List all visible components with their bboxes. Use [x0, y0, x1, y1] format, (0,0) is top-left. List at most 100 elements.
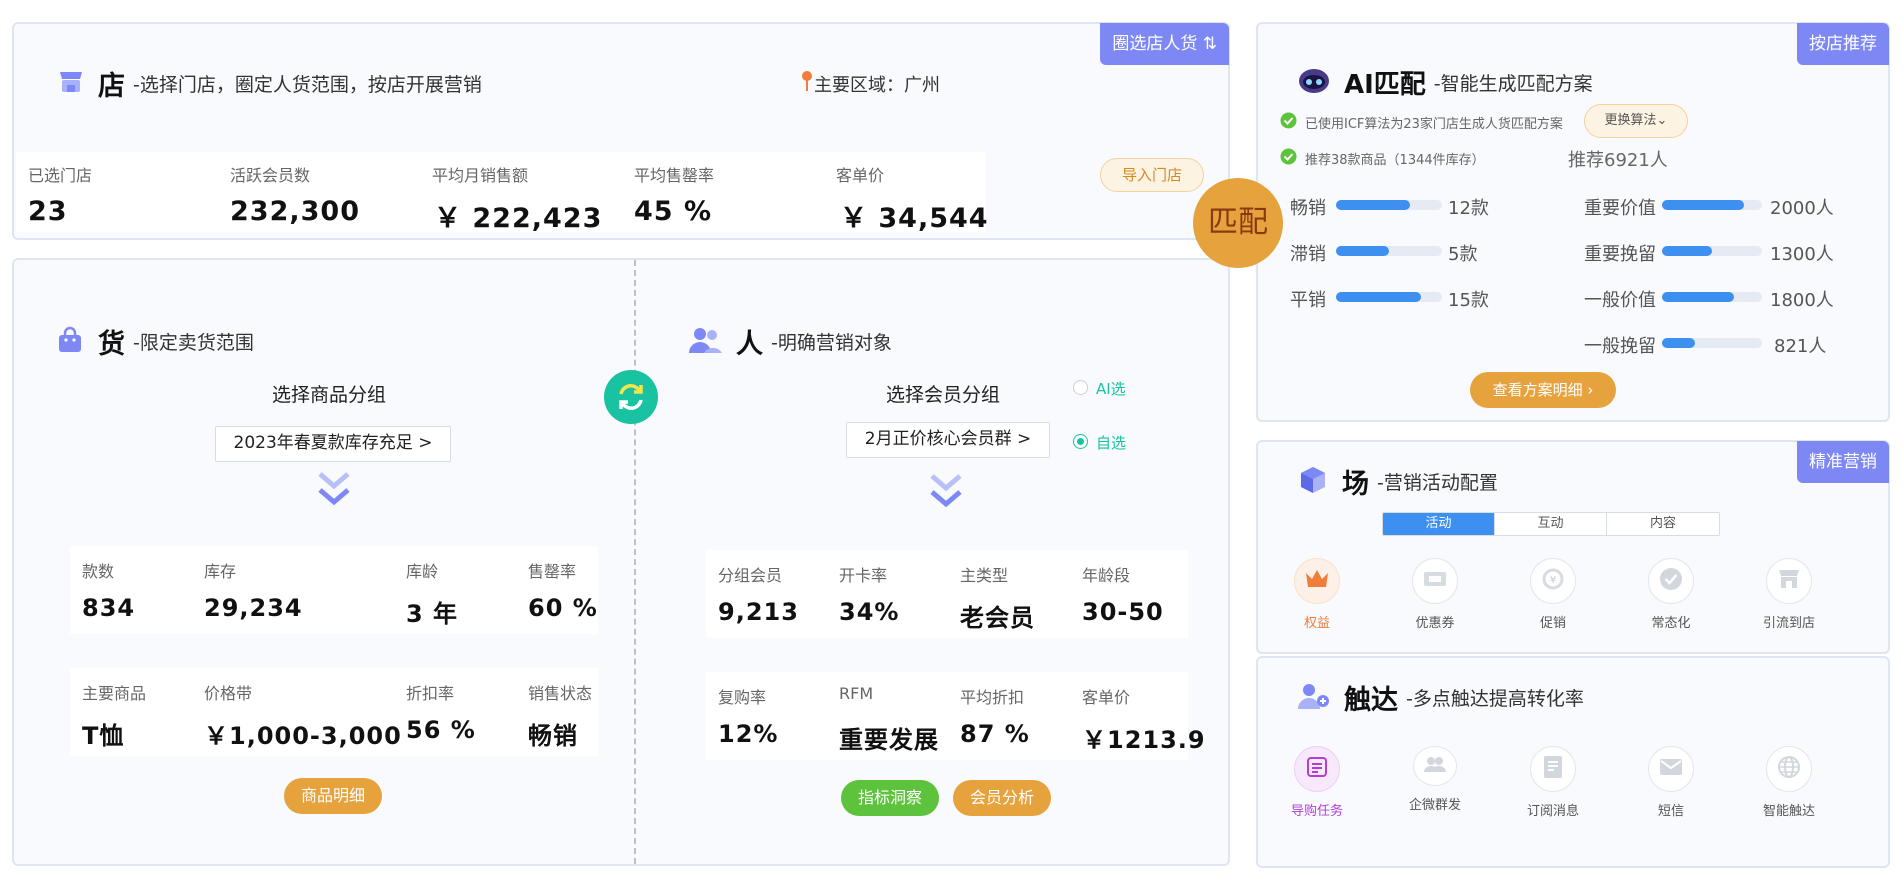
- goods-bar-track: [1336, 246, 1442, 256]
- scene-title: 场 -营销活动配置: [1298, 462, 1498, 501]
- precision-marketing-button[interactable]: 精准营销: [1797, 441, 1889, 483]
- goods-bar-fill: [1336, 292, 1421, 302]
- goods-bar-label: 畅销: [1290, 198, 1326, 219]
- goods-title: 货 -限定卖货范围: [56, 322, 254, 361]
- people-bar-fill: [1662, 338, 1695, 348]
- goods-stat-label: 售罄率: [528, 562, 577, 581]
- people-bar-fill: [1662, 292, 1734, 302]
- goods-detail-button[interactable]: 商品明细: [284, 778, 382, 814]
- stat-value-active-members: 232,300: [230, 196, 360, 227]
- goods-bar-fill: [1336, 200, 1411, 210]
- match-badge: 匹配: [1193, 178, 1283, 268]
- goods-bar-value: 5款: [1448, 244, 1478, 265]
- radio-self-label[interactable]: 自选: [1096, 432, 1126, 453]
- radio-ai-label[interactable]: AI选: [1096, 378, 1126, 399]
- stat-value-selected-stores: 23: [28, 196, 68, 227]
- tab-content[interactable]: 内容: [1607, 513, 1719, 535]
- people-reach-icon: [1298, 682, 1330, 714]
- chevron-down-icon: ⌄: [1656, 113, 1668, 128]
- scene-item-store-traffic[interactable]: 引流到店: [1744, 558, 1834, 631]
- tab-activity[interactable]: 活动: [1383, 513, 1495, 535]
- stat-label-order-value: 客单价: [836, 166, 885, 185]
- reach-item-label: 导购任务: [1290, 804, 1343, 819]
- people-group-select[interactable]: 2月正价核心会员群 >: [846, 422, 1050, 458]
- scene-item-coupon[interactable]: 优惠券: [1390, 558, 1480, 631]
- people-bar-fill: [1662, 200, 1744, 210]
- reach-item-label: 智能触达: [1762, 804, 1815, 819]
- people-bar-track: [1662, 292, 1762, 302]
- svg-text:¥: ¥: [1550, 575, 1556, 586]
- ai-line1-text: 已使用ICF算法为23家门店生成人货匹配方案: [1305, 117, 1563, 132]
- goods-bar-track: [1336, 200, 1442, 210]
- reach-item-guide-task[interactable]: 导购任务: [1272, 746, 1362, 819]
- view-plan-detail-button[interactable]: 查看方案明细 ›: [1470, 372, 1616, 408]
- reach-item-smart-reach[interactable]: 智能触达: [1744, 746, 1834, 819]
- scene-item-promotion[interactable]: ¥ 促销: [1508, 558, 1598, 631]
- stat-value-avg-sellthrough: 45 %: [634, 196, 713, 227]
- store-subtitle: -选择门店，圈定人货范围，按店开展营销: [133, 74, 482, 96]
- people-chevron-down-icon: [928, 472, 964, 516]
- goods-group-select[interactable]: 2023年春夏款库存充足 >: [215, 426, 451, 462]
- store-title: 店 -选择门店，圈定人货范围，按店开展营销: [58, 64, 482, 103]
- goods-bar-label: 平销: [1290, 290, 1326, 311]
- recommend-by-store-button[interactable]: 按店推荐: [1797, 23, 1889, 65]
- scene-item-label: 引流到店: [1762, 616, 1815, 631]
- radio-ai-select[interactable]: [1073, 380, 1088, 395]
- recommend-people-count: 推荐6921人: [1568, 150, 1668, 171]
- reach-item-wecom-broadcast[interactable]: 企微群发: [1390, 746, 1480, 813]
- shopping-bag-icon: [56, 326, 84, 358]
- member-analysis-button[interactable]: 会员分析: [953, 780, 1051, 816]
- ai-line2-text: 推荐38款商品（1344件库存）: [1305, 153, 1485, 168]
- goods-bar-track: [1336, 292, 1442, 302]
- people-bar-value: 2000人: [1770, 198, 1834, 219]
- people-bar-label: 一般价值: [1584, 290, 1656, 311]
- people-bar-label: 重要挽留: [1584, 244, 1656, 265]
- scene-item-benefits[interactable]: 权益: [1272, 558, 1362, 631]
- metric-insight-button[interactable]: 指标洞察: [841, 780, 939, 816]
- people-subtitle: -明确营销对象: [771, 332, 892, 354]
- goods-stat-label: 主要商品: [82, 684, 147, 703]
- people-bar-label: 一般挽留: [1584, 336, 1656, 357]
- select-store-people-goods-button[interactable]: 圈选店人货 ⇅: [1100, 23, 1229, 65]
- import-store-button[interactable]: 导入门店: [1100, 158, 1204, 192]
- goods-subtitle: -限定卖货范围: [133, 332, 254, 354]
- people-bar-fill: [1662, 246, 1712, 256]
- people-stat-label: 年龄段: [1082, 566, 1131, 585]
- people-stat-value: ￥1213.9: [1082, 726, 1206, 754]
- store-title-text: 店: [98, 71, 125, 102]
- people-stat-value: 重要发展: [839, 726, 939, 754]
- goods-stat-value: 畅销: [528, 722, 578, 750]
- sms-icon: [1659, 758, 1683, 780]
- people-group-heading: 选择会员分组: [886, 384, 1001, 406]
- people-bar-track: [1662, 246, 1762, 256]
- sync-icon[interactable]: [604, 370, 658, 424]
- goods-bar-fill: [1336, 246, 1389, 256]
- reach-item-label: 短信: [1657, 804, 1684, 819]
- reach-title: 触达 -多点触达提高转化率: [1298, 678, 1584, 717]
- check-circle-icon: [1280, 148, 1297, 169]
- change-algorithm-button[interactable]: 更换算法⌄: [1584, 104, 1688, 138]
- people-stat-label: 主类型: [960, 566, 1009, 585]
- people-stat-label: RFM: [839, 684, 874, 703]
- people-stat-label: 开卡率: [839, 566, 888, 585]
- people-stat-value: 34%: [839, 598, 900, 626]
- reach-item-label: 企微群发: [1408, 798, 1461, 813]
- tab-interaction[interactable]: 互动: [1495, 513, 1607, 535]
- crown-icon: [1304, 568, 1330, 594]
- people-bar-value: 1300人: [1770, 244, 1834, 265]
- reach-item-subscribe-message[interactable]: 订阅消息: [1508, 746, 1598, 819]
- reach-item-sms[interactable]: 短信: [1626, 746, 1716, 819]
- goods-bar-label: 滞销: [1290, 244, 1326, 265]
- goods-stat-label: 折扣率: [406, 684, 455, 703]
- goods-stat-value: 834: [82, 594, 136, 622]
- people-stat-label: 平均折扣: [960, 688, 1025, 707]
- store-traffic-icon: [1777, 568, 1801, 594]
- scene-item-regular[interactable]: 常态化: [1626, 558, 1716, 631]
- people-stat-value: 9,213: [718, 598, 799, 626]
- people-stat-value: 12%: [718, 720, 779, 748]
- goods-stats-row1: [70, 546, 598, 634]
- radio-self-select[interactable]: [1073, 434, 1088, 449]
- stat-label-active-members: 活跃会员数: [230, 166, 311, 185]
- goods-stat-label: 销售状态: [528, 684, 593, 703]
- stat-value-avg-monthly-sales: ￥ 222,423: [434, 203, 603, 234]
